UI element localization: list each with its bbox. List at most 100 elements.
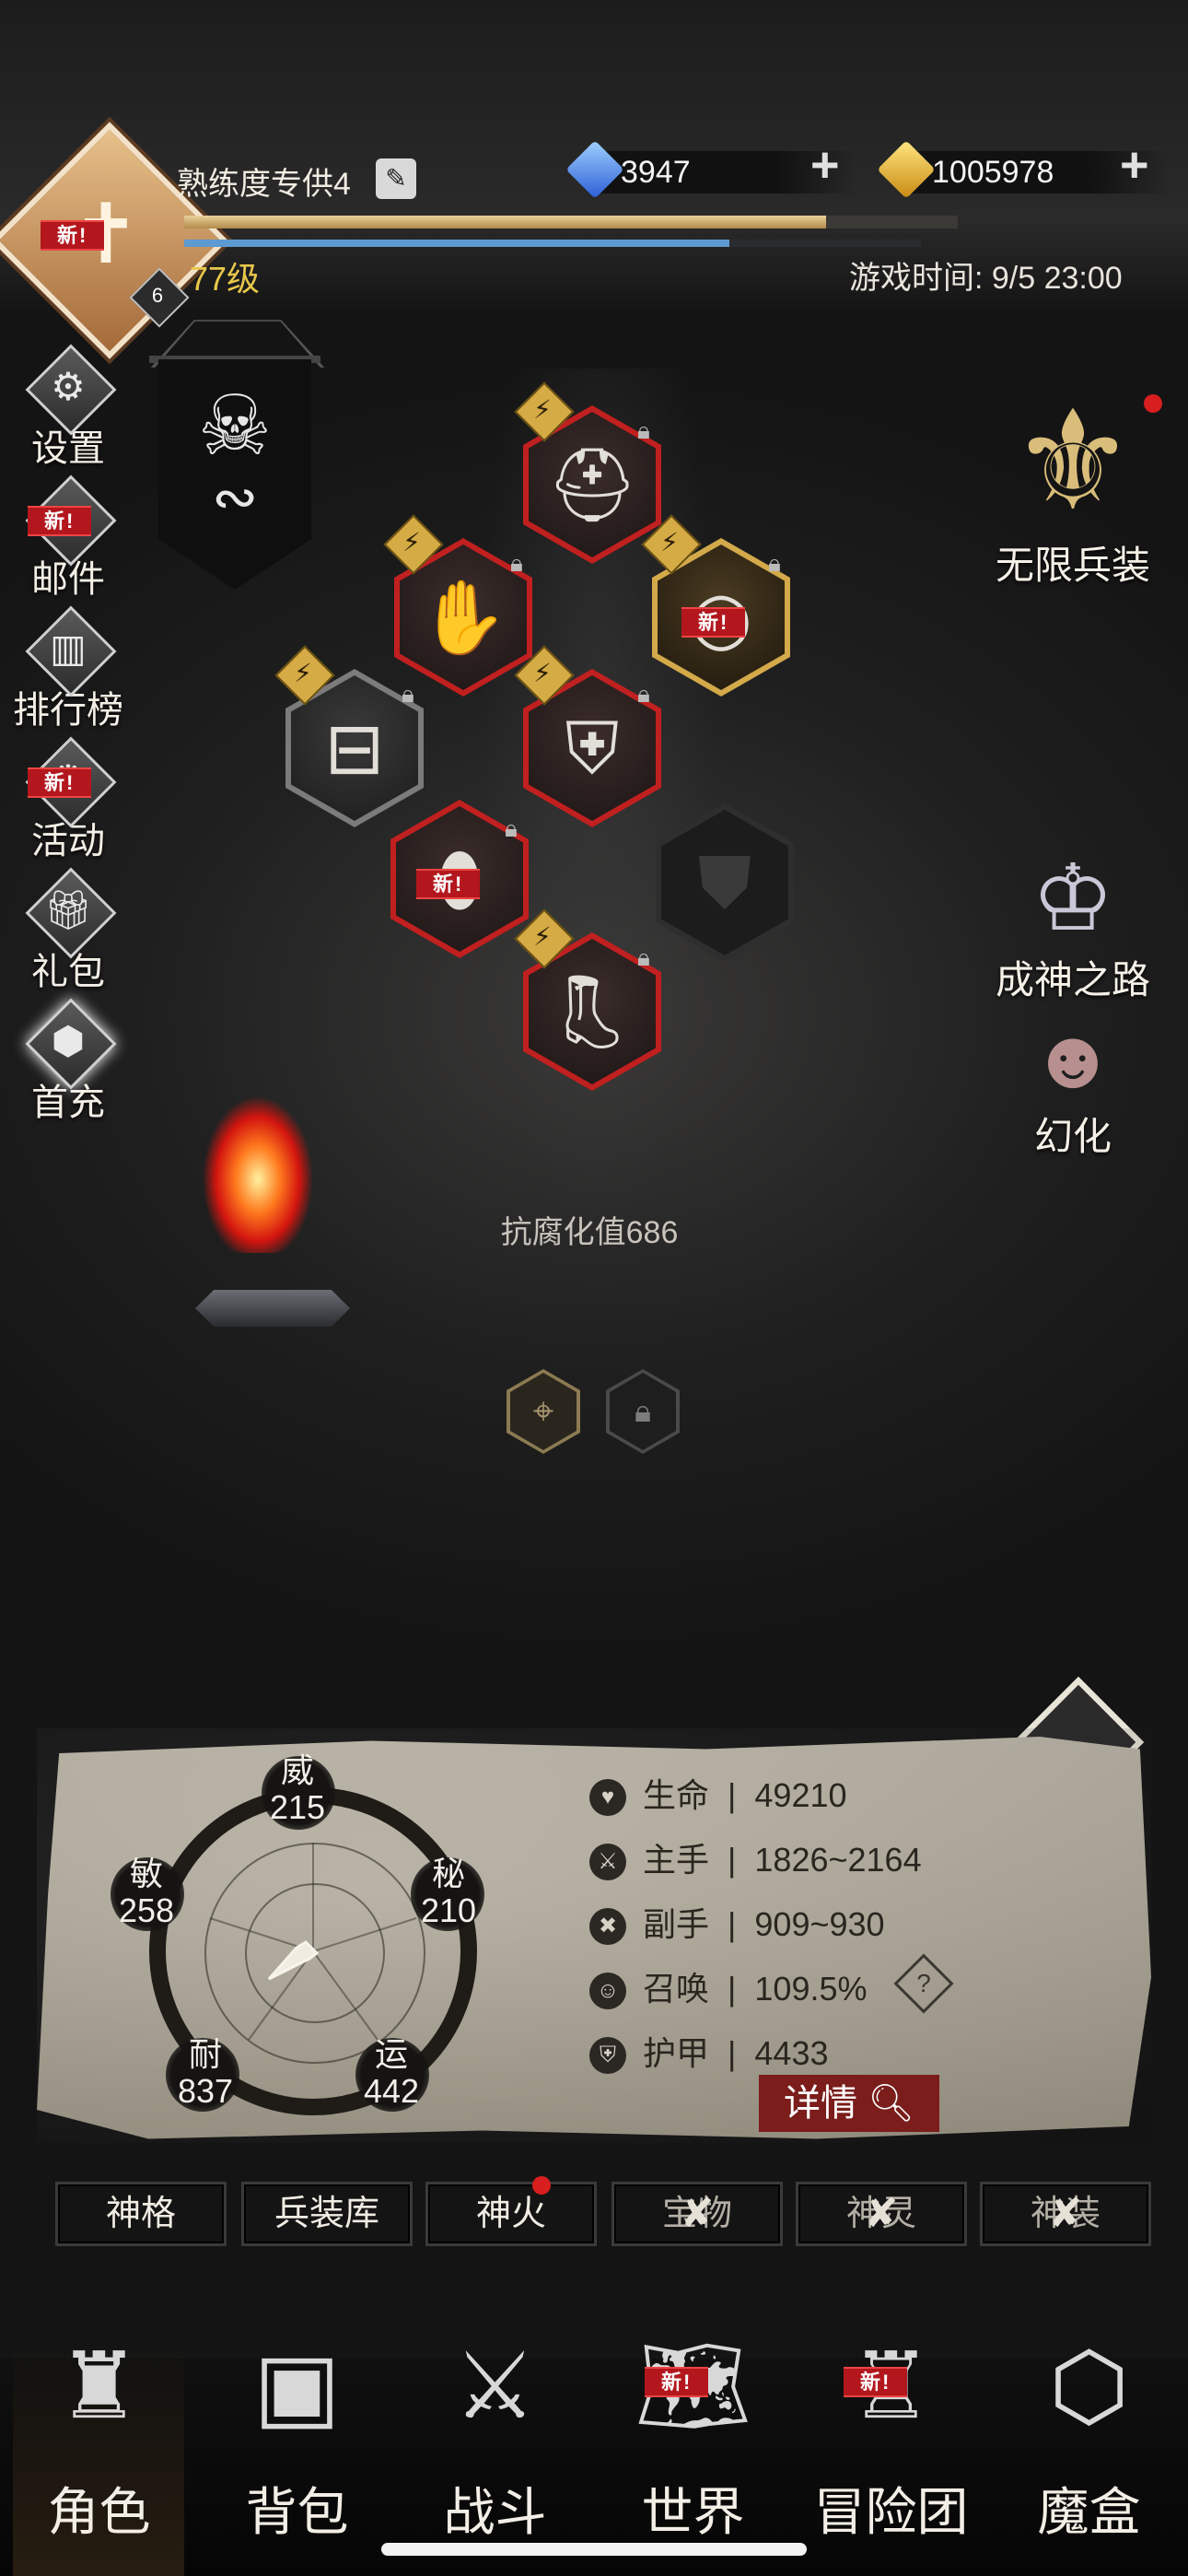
tab-divinity[interactable]: 神格 bbox=[55, 2182, 227, 2246]
ring-new-badge: 新! bbox=[681, 606, 746, 638]
backpack-icon: ▣ bbox=[253, 2335, 341, 2438]
player-level: 77级 bbox=[190, 260, 261, 298]
winged-sword-icon: ⚜ bbox=[1010, 383, 1136, 538]
gear-icon: ⚙ bbox=[51, 365, 86, 408]
tab-gear-vault[interactable]: 兵装库 bbox=[241, 2182, 413, 2246]
nav-magic-box-label: 魔盒 bbox=[1037, 2483, 1141, 2541]
menu-path-to-godhood-label: 成神之路 bbox=[995, 958, 1150, 1001]
attr-mi: 秘 210 bbox=[420, 1855, 477, 1929]
attr-min: 敏 258 bbox=[118, 1855, 175, 1929]
summon-icon: ☺ bbox=[589, 1973, 626, 2010]
player-name: 熟练度专供4 bbox=[177, 167, 351, 202]
mail-new-badge: 新! bbox=[28, 505, 92, 536]
home-indicator[interactable] bbox=[381, 2543, 807, 2556]
fire-pedestal bbox=[195, 1290, 350, 1327]
menu-infinite-gear-label: 无限兵装 bbox=[995, 544, 1150, 587]
menu-ranking[interactable]: ▥ 排行榜 bbox=[13, 604, 123, 733]
helmet-icon: ♜ bbox=[57, 2335, 141, 2438]
add-gold-button[interactable]: + bbox=[1120, 136, 1149, 193]
cube-icon: ⬡ bbox=[1048, 2335, 1130, 2438]
stat-row-main-hand: ⚔ 主手 | 1826~2164 bbox=[589, 1833, 922, 1881]
menu-gift[interactable]: 🎁︎ 礼包 bbox=[13, 866, 123, 995]
avatar-new-badge: 新! bbox=[41, 219, 105, 251]
attribute-radar-shape bbox=[209, 1843, 417, 2041]
gold-count: 1005978 bbox=[932, 155, 1054, 190]
menu-transform[interactable]: ☻ 幻化 bbox=[995, 1013, 1151, 1162]
belt-lock-icon: 🔒︎ bbox=[402, 680, 414, 708]
nav-adventure-team-label: 冒险团 bbox=[813, 2483, 969, 2541]
add-gems-button[interactable]: + bbox=[810, 136, 840, 193]
attr-wei: 威 215 bbox=[269, 1751, 326, 1826]
divine-fire-icon[interactable] bbox=[193, 1069, 322, 1253]
ring-lock-icon: 🔒︎ bbox=[768, 549, 781, 577]
menu-settings[interactable]: ⚙ 设置 bbox=[13, 343, 123, 472]
edit-name-icon[interactable]: ✎ bbox=[376, 158, 416, 199]
heart-icon: ♥ bbox=[589, 1779, 626, 1817]
menu-first-charge[interactable]: ⬢ 首充 bbox=[13, 997, 123, 1126]
stat-row-armor: ⛨ 护甲 | 4433 bbox=[589, 2027, 829, 2075]
details-button[interactable]: 详情 🔍︎ bbox=[759, 2075, 939, 2132]
locked-chain-icon: ✘ bbox=[1048, 2191, 1083, 2236]
crown-icon: ♔ bbox=[1031, 847, 1114, 950]
menu-path-to-godhood[interactable]: ♔ 成神之路 bbox=[976, 848, 1170, 1005]
relic-new-badge: 新! bbox=[416, 868, 481, 899]
nav-world-label: 世界 bbox=[641, 2483, 745, 2541]
nav-world[interactable]: 🗺︎ 世界 bbox=[594, 2322, 792, 2546]
nav-magic-box[interactable]: ⬡ 魔盒 bbox=[990, 2322, 1188, 2546]
stat-row-summon: ☺ 召唤 | 109.5% bbox=[589, 1962, 868, 2010]
first-charge-icon: ⬢ bbox=[51, 1019, 86, 1062]
main-hand-icon: ⚔ bbox=[589, 1844, 626, 1881]
events-new-badge: 新! bbox=[28, 767, 92, 798]
infinite-gear-notification-dot bbox=[1144, 394, 1162, 413]
rank-badge-number: 6 bbox=[151, 284, 164, 307]
gloves-lock-icon: 🔒︎ bbox=[510, 549, 523, 577]
details-button-label: 详情 bbox=[784, 2083, 858, 2124]
tab-spirit-locked[interactable]: 神灵 ✘ bbox=[796, 2182, 967, 2246]
nav-backpack[interactable]: ▣ 背包 bbox=[198, 2322, 396, 2546]
tab-treasure-locked[interactable]: 宝物 ✘ bbox=[611, 2182, 783, 2246]
armor-icon: ⛨ bbox=[589, 2037, 626, 2075]
boots-lock-icon: 🔒︎ bbox=[637, 943, 650, 971]
locked-chain-icon: ✘ bbox=[680, 2191, 715, 2236]
attr-yun: 运 442 bbox=[363, 2035, 420, 2110]
demon-skull-icon: ☠ ∾ bbox=[197, 381, 273, 528]
locked-chain-icon: ✘ bbox=[864, 2191, 899, 2236]
menu-mail[interactable]: ✉ 新! 邮件 bbox=[13, 474, 123, 603]
world-new-badge: 新! bbox=[645, 2366, 709, 2397]
exp-bar-fill bbox=[184, 216, 827, 228]
tab-divine-gear-locked[interactable]: 神装 ✘ bbox=[980, 2182, 1151, 2246]
stat-row-off-hand: ✖ 副手 | 909~930 bbox=[589, 1898, 885, 1946]
corruption-resistance: 抗腐化值686 bbox=[500, 1215, 679, 1250]
location-pin-icon: ⌖ bbox=[532, 1391, 554, 1432]
masked-face-icon: ☻ bbox=[1029, 1013, 1117, 1106]
adventure-new-badge: 新! bbox=[844, 2366, 908, 2397]
ranking-icon: ▥ bbox=[50, 626, 87, 670]
menu-events[interactable]: ♛ 新! 活动 bbox=[13, 735, 123, 864]
help-icon: ? bbox=[916, 1969, 931, 1997]
secondary-bar-fill bbox=[184, 240, 729, 247]
tab-divine-fire[interactable]: 神火 bbox=[425, 2182, 597, 2246]
gem-count: 3947 bbox=[621, 155, 691, 190]
nav-character[interactable]: ♜ 角色 bbox=[0, 2322, 198, 2546]
lock-icon: 🔒︎ bbox=[634, 1394, 652, 1429]
gift-icon: 🎁︎ bbox=[43, 888, 93, 931]
menu-infinite-gear[interactable]: ⚜ 无限兵装 bbox=[976, 387, 1170, 591]
divine-fire-notification-dot bbox=[532, 2176, 551, 2195]
stat-row-hp: ♥ 生命 | 49210 bbox=[589, 1769, 847, 1817]
locked-slot-button[interactable]: 🔒︎ bbox=[606, 1369, 680, 1454]
attr-nai: 耐 837 bbox=[177, 2035, 234, 2110]
magnify-icon: 🔍︎ bbox=[868, 2083, 914, 2124]
nav-backpack-label: 背包 bbox=[245, 2483, 349, 2541]
armor-lock-icon: 🔒︎ bbox=[637, 680, 650, 708]
location-button[interactable]: ⌖ bbox=[507, 1369, 580, 1454]
menu-transform-label: 幻化 bbox=[1033, 1115, 1112, 1158]
nav-adventure-team[interactable]: ♖ 冒险团 bbox=[792, 2322, 990, 2546]
relic-lock-icon: 🔒︎ bbox=[505, 814, 518, 842]
nav-battle-label: 战斗 bbox=[443, 2483, 547, 2541]
helmet-lock-icon: 🔒︎ bbox=[637, 416, 650, 444]
off-hand-icon: ✖ bbox=[589, 1908, 626, 1946]
nav-character-label: 角色 bbox=[47, 2483, 151, 2541]
shield-swords-icon: ⚔ bbox=[453, 2335, 537, 2438]
game-time: 游戏时间: 9/5 23:00 bbox=[849, 261, 1123, 296]
nav-battle[interactable]: ⚔ 战斗 bbox=[396, 2322, 594, 2546]
